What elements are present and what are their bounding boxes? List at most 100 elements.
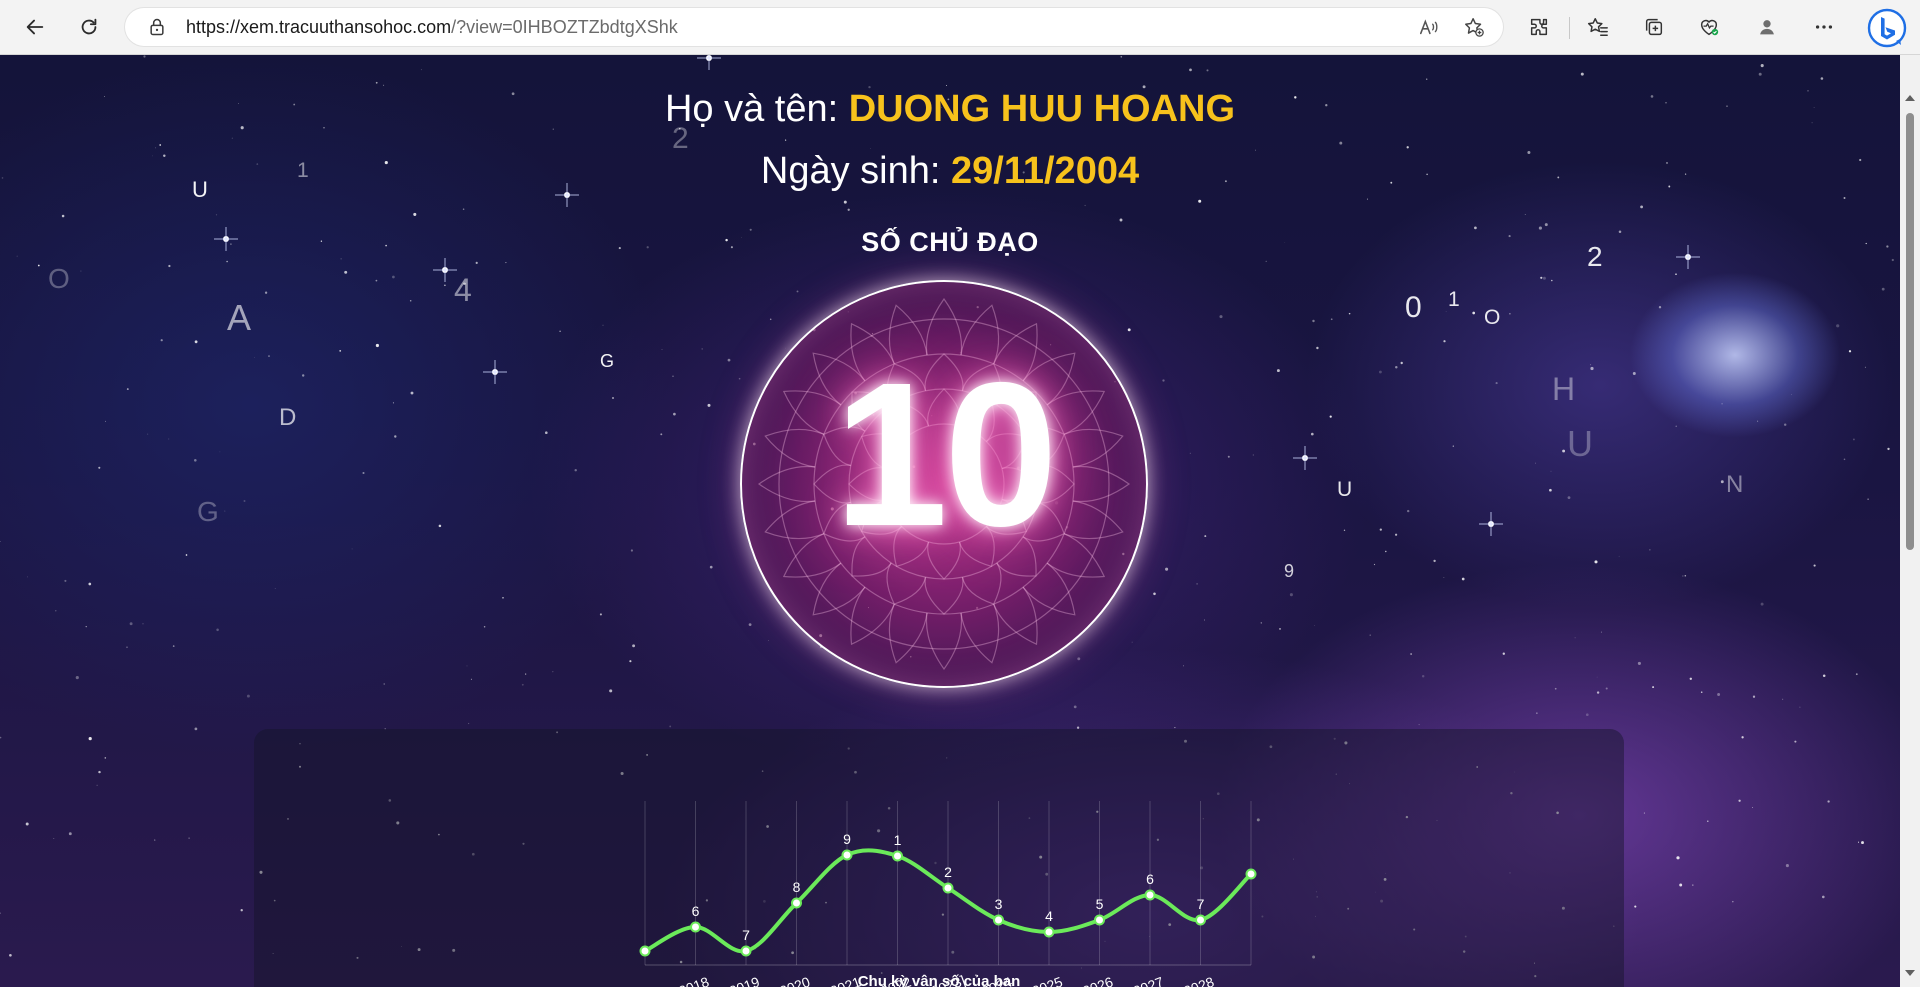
star xyxy=(669,725,672,728)
star xyxy=(172,645,175,647)
lock-icon[interactable] xyxy=(147,17,167,37)
profile-button[interactable] xyxy=(1749,9,1785,45)
star xyxy=(1861,841,1864,845)
back-button[interactable] xyxy=(17,9,53,45)
star xyxy=(1433,559,1436,563)
more-options-button[interactable] xyxy=(1806,9,1842,45)
star xyxy=(1820,77,1824,80)
chart-point[interactable] xyxy=(690,921,701,933)
star xyxy=(1634,905,1637,908)
toolbar-divider xyxy=(1569,17,1570,39)
star xyxy=(727,358,731,362)
star xyxy=(1852,438,1855,441)
star xyxy=(1542,276,1546,280)
refresh-button[interactable] xyxy=(71,9,107,45)
address-bar[interactable]: https://xem.tracuuthansohoc.com/?view=0I… xyxy=(125,8,1503,46)
extensions-button[interactable] xyxy=(1521,9,1557,45)
chart-point[interactable] xyxy=(740,945,752,957)
star xyxy=(1618,555,1620,557)
floating-char: 1 xyxy=(1448,288,1460,311)
star xyxy=(1675,425,1677,427)
star xyxy=(870,147,871,149)
browser-essentials-button[interactable] xyxy=(1691,9,1727,45)
star xyxy=(1741,736,1744,739)
chart-point[interactable] xyxy=(1195,914,1206,926)
chart-point[interactable] xyxy=(1043,926,1055,938)
collections-button[interactable] xyxy=(1636,9,1672,45)
chart-point[interactable] xyxy=(1144,889,1156,901)
star xyxy=(1330,318,1333,321)
extensions-icon xyxy=(1530,18,1548,36)
chart-point[interactable] xyxy=(892,850,903,862)
chart-point[interactable] xyxy=(791,897,802,909)
chart-point[interactable] xyxy=(942,882,954,894)
star xyxy=(1443,340,1446,343)
star xyxy=(1643,812,1645,814)
full-name-label: Họ và tên: xyxy=(664,88,849,130)
chart-point[interactable] xyxy=(993,914,1004,926)
star xyxy=(1509,313,1511,315)
star xyxy=(1452,445,1454,447)
add-favorite-icon[interactable] xyxy=(1463,16,1485,38)
star xyxy=(1637,661,1641,665)
chart-point[interactable] xyxy=(1094,914,1105,926)
star xyxy=(1752,695,1756,698)
star xyxy=(1174,727,1176,729)
vertical-scrollbar[interactable] xyxy=(1900,55,1920,987)
bing-copilot-button[interactable] xyxy=(1867,8,1907,48)
url-host: https://xem.tracuuthansohoc.com xyxy=(186,17,452,37)
scroll-down-arrow-icon[interactable] xyxy=(1905,970,1915,976)
star xyxy=(1227,455,1230,458)
chart-point[interactable] xyxy=(639,945,651,957)
star xyxy=(1378,370,1382,374)
star xyxy=(785,139,787,141)
star xyxy=(1822,674,1826,678)
floating-char: U xyxy=(1567,423,1593,464)
star xyxy=(1843,458,1846,461)
star xyxy=(1760,602,1764,606)
star xyxy=(1590,364,1592,366)
star xyxy=(61,214,65,218)
floating-char: H xyxy=(1552,371,1576,407)
star xyxy=(1265,260,1267,263)
star xyxy=(340,258,342,260)
star xyxy=(1596,691,1600,694)
birth-date-label: Ngày sinh: xyxy=(760,150,951,192)
star xyxy=(1562,449,1566,453)
chart-point[interactable] xyxy=(1245,868,1257,880)
star xyxy=(1536,712,1538,714)
star xyxy=(1544,223,1548,227)
life-path-number: 10 xyxy=(833,340,1058,569)
scroll-thumb[interactable] xyxy=(1906,113,1914,550)
floating-char: N xyxy=(1726,471,1744,498)
url-path: /?view=0IHBOZTZbdtgXShk xyxy=(451,17,678,37)
favorites-button[interactable] xyxy=(1580,9,1616,45)
star xyxy=(1574,637,1576,639)
read-aloud-icon[interactable] xyxy=(1418,16,1440,38)
star xyxy=(64,579,67,582)
star xyxy=(1252,454,1254,456)
star xyxy=(1276,369,1280,373)
star xyxy=(194,459,197,462)
star xyxy=(394,435,397,438)
star xyxy=(1316,346,1319,350)
star xyxy=(142,623,144,625)
star xyxy=(1183,665,1184,667)
chart-point[interactable] xyxy=(841,849,853,861)
star xyxy=(1421,674,1425,678)
bright-star xyxy=(1293,446,1317,470)
star xyxy=(1373,563,1376,566)
star xyxy=(1783,423,1787,426)
star xyxy=(701,348,704,350)
star xyxy=(80,270,82,272)
star xyxy=(1891,258,1894,262)
star xyxy=(444,284,446,287)
star xyxy=(143,55,146,58)
star xyxy=(1675,273,1677,275)
star xyxy=(1721,402,1723,405)
star xyxy=(1073,705,1077,709)
star xyxy=(126,388,129,391)
url-text[interactable]: https://xem.tracuuthansohoc.com/?view=0I… xyxy=(186,17,678,38)
star xyxy=(1752,807,1754,808)
scroll-up-arrow-icon[interactable] xyxy=(1905,95,1915,101)
